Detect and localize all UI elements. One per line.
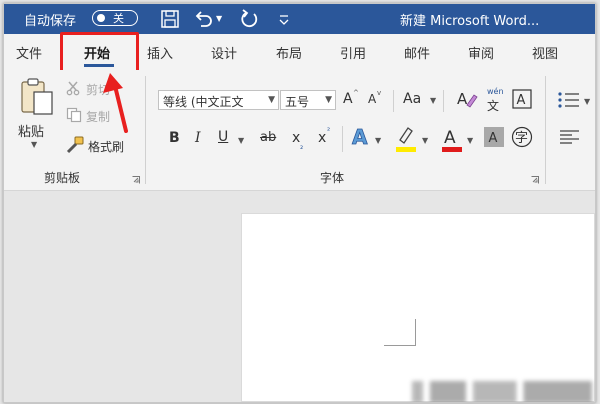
bold-button[interactable]: B — [169, 130, 180, 146]
format-painter-icon[interactable] — [65, 136, 85, 154]
autosave-knob — [97, 13, 105, 22]
superscript-button[interactable]: x — [318, 130, 326, 146]
character-border-icon[interactable]: A — [512, 89, 532, 109]
tab-layout[interactable]: 布局 — [276, 43, 302, 62]
font-name-combo[interactable]: 等线 (中文正文 ▼ — [158, 90, 279, 110]
document-page[interactable] — [241, 213, 595, 402]
title-bar: 自动保存 关 ▼ 新建 Microsoft Word... — [4, 4, 595, 34]
tab-insert[interactable]: 插入 — [147, 43, 173, 62]
tab-references[interactable]: 引用 — [340, 43, 366, 62]
highlight-color-icon[interactable] — [395, 124, 417, 154]
caret-up-icon: ^ — [353, 89, 359, 97]
chevron-down-icon: ▼ — [268, 95, 275, 105]
bullets-icon[interactable] — [557, 90, 581, 110]
group-separator — [145, 76, 146, 184]
autosave-state: 关 — [113, 12, 124, 25]
chevron-down-icon[interactable]: ▼ — [422, 136, 428, 145]
chevron-down-icon[interactable]: ▼ — [584, 97, 590, 106]
svg-text:A: A — [517, 93, 526, 108]
caret-down-small-icon: v — [377, 89, 382, 97]
font-group-label: 字体 — [320, 171, 345, 185]
svg-text:A: A — [444, 128, 456, 148]
font-size-value: 五号 — [285, 95, 310, 109]
paste-label[interactable]: 粘贴 — [18, 121, 44, 140]
tab-review[interactable]: 审阅 — [468, 43, 494, 62]
tab-view[interactable]: 视图 — [532, 43, 558, 62]
text-effects-icon[interactable]: A — [350, 125, 372, 149]
autosave-toggle[interactable]: 关 — [92, 10, 138, 26]
svg-text:字: 字 — [515, 131, 528, 146]
phonetic-guide-bottom[interactable]: 文 — [487, 97, 499, 114]
blurred-watermark — [412, 381, 592, 402]
shrink-font-button[interactable]: A — [368, 92, 376, 106]
font-launcher-icon[interactable] — [531, 176, 539, 184]
redo-icon[interactable] — [238, 8, 260, 30]
font-color-icon[interactable]: A — [441, 124, 463, 154]
font-size-combo[interactable]: 五号 ▼ — [280, 90, 336, 110]
font-name-value: 等线 (中文正文 — [163, 95, 244, 109]
group-separator — [342, 126, 343, 152]
superscript-marker: ² — [327, 126, 331, 135]
copy-icon — [66, 107, 82, 123]
cut-icon — [66, 81, 80, 96]
enclose-characters-icon[interactable]: 字 — [511, 126, 533, 148]
clipboard-launcher-icon[interactable] — [132, 176, 140, 184]
chevron-down-icon[interactable]: ▼ — [430, 96, 436, 105]
svg-text:A: A — [352, 125, 368, 149]
strikethrough-button[interactable]: ab — [260, 130, 276, 145]
undo-icon[interactable] — [192, 8, 214, 30]
svg-text:A: A — [457, 90, 468, 108]
chevron-down-icon[interactable]: ▼ — [467, 136, 473, 145]
undo-dropdown-icon[interactable]: ▼ — [216, 14, 222, 23]
copy-label[interactable]: 复制 — [86, 108, 110, 125]
tab-file[interactable]: 文件 — [16, 43, 42, 62]
underline-button[interactable]: U — [218, 129, 228, 145]
format-painter-label[interactable]: 格式刷 — [88, 138, 124, 155]
character-shading-icon[interactable]: A — [484, 127, 504, 147]
paste-dropdown-icon[interactable]: ▼ — [31, 140, 37, 149]
chevron-down-icon[interactable]: ▼ — [238, 136, 244, 145]
phonetic-guide-top[interactable]: wén — [487, 87, 504, 96]
change-case-button[interactable]: Aa — [403, 91, 421, 107]
margin-corner-mark — [384, 319, 416, 346]
paste-icon[interactable] — [18, 76, 58, 118]
italic-button[interactable]: I — [195, 130, 201, 146]
cut-label[interactable]: 剪切 — [86, 81, 110, 98]
subscript-marker: ₂ — [300, 142, 304, 151]
chevron-down-icon[interactable]: ▼ — [375, 136, 381, 145]
grow-font-button[interactable]: A — [343, 91, 353, 107]
group-separator — [443, 90, 444, 112]
svg-text:A: A — [489, 131, 498, 146]
document-area — [4, 191, 595, 402]
group-separator — [545, 76, 546, 184]
group-separator — [393, 90, 394, 112]
autosave-label: 自动保存 — [24, 14, 77, 29]
chevron-down-icon: ▼ — [325, 95, 332, 105]
ribbon-home: 粘贴 ▼ 剪切 复制 格式刷 剪贴板 等线 (中文正文 ▼ 五号 ▼ A ^ A… — [4, 70, 595, 191]
save-icon[interactable] — [160, 9, 180, 29]
align-left-icon[interactable] — [559, 129, 581, 145]
clear-formatting-icon[interactable]: A — [456, 88, 478, 110]
tab-mailings[interactable]: 邮件 — [404, 43, 430, 62]
tab-design[interactable]: 设计 — [211, 43, 237, 62]
window-title: 新建 Microsoft Word... — [400, 14, 540, 29]
customize-toolbar-icon[interactable] — [278, 9, 290, 29]
word-window: 自动保存 关 ▼ 新建 Microsoft Word... 文件 开始 插入 设… — [3, 3, 596, 403]
clipboard-group-label: 剪贴板 — [44, 171, 81, 185]
